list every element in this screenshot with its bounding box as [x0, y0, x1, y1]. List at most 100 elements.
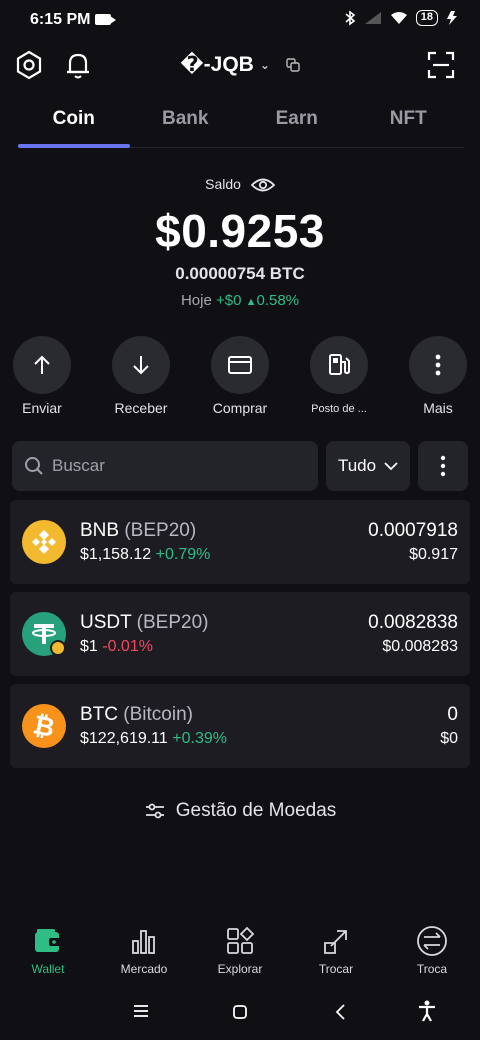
btc-logo-icon: ₿: [22, 704, 66, 748]
search-box[interactable]: [12, 441, 318, 491]
coin-quantity: 0.0082838: [368, 612, 458, 633]
bluetooth-icon: [345, 10, 356, 26]
coin-price: $122,619.11: [80, 730, 168, 747]
fuel-station-label: Posto de ...: [311, 403, 367, 415]
home-icon[interactable]: [232, 1004, 248, 1020]
coin-change: -0.01%: [102, 638, 153, 655]
tab-nft[interactable]: NFT: [353, 100, 465, 147]
balance-amount: $0.9253: [155, 205, 325, 257]
sliders-icon: [145, 803, 164, 819]
coin-value: $0: [440, 730, 458, 747]
wallet-icon: [0, 924, 96, 958]
coin-row-usdt[interactable]: USDT (BEP20) $1 -0.01% 0.0082838 $0.0082…: [10, 592, 470, 676]
accessibility-icon[interactable]: [417, 1000, 437, 1022]
coin-price: $1: [80, 638, 98, 655]
coin-row-btc[interactable]: ₿ BTC (Bitcoin) $122,619.11 +0.39% 0 $0: [10, 684, 470, 768]
coin-quantity: 0.0007918: [368, 520, 458, 541]
coin-name: BTC (Bitcoin): [80, 704, 193, 726]
search-icon: [25, 457, 43, 475]
more-label: Mais: [423, 400, 453, 416]
buy-label: Comprar: [212, 400, 268, 416]
nav-explore-label: Explorar: [217, 962, 263, 976]
coin-network: (BEP20): [136, 612, 209, 633]
coin-quantity: 0: [447, 704, 458, 725]
search-input[interactable]: [52, 456, 292, 476]
status-icons: 18: [344, 10, 458, 26]
coin-change: +0.39%: [172, 730, 227, 747]
chevron-down-icon: [384, 462, 398, 471]
nav-exchange-label: Trocar: [318, 962, 354, 976]
nav-swap[interactable]: Troca: [384, 924, 480, 984]
nav-wallet-label: Wallet: [31, 962, 65, 976]
nav-exchange[interactable]: Trocar: [288, 924, 384, 984]
receive-button[interactable]: Receber: [111, 336, 171, 416]
coin-value: $0.008283: [382, 638, 458, 655]
today-change-value: +$0: [215, 292, 242, 309]
balance-btc: 0.00000754 BTC: [175, 264, 305, 283]
coin-row-bnb[interactable]: BNB (BEP20) $1,158.12 +0.79% 0.0007918 $…: [10, 500, 470, 584]
coin-name: BNB (BEP20): [80, 520, 196, 542]
coin-price-row: $1 -0.01%: [80, 638, 153, 656]
chevron-down-icon: ⌄: [259, 58, 270, 73]
status-time: 6:15 PM: [30, 11, 91, 28]
wifi-icon: [390, 12, 407, 24]
battery-icon: 18: [415, 10, 438, 26]
receive-label: Receber: [114, 400, 168, 416]
video-icon: [95, 14, 116, 25]
back-icon[interactable]: [334, 1003, 348, 1021]
list-options-button[interactable]: [418, 441, 468, 491]
bar-chart-icon: [96, 924, 192, 958]
more-vertical-icon: [409, 336, 467, 394]
eye-icon[interactable]: [250, 177, 276, 193]
coin-value: $0.917: [409, 546, 458, 563]
nav-wallet[interactable]: Wallet: [0, 924, 96, 984]
svg-text:₿: ₿: [30, 710, 57, 744]
send-label: Enviar: [22, 400, 62, 416]
coin-symbol: BNB: [80, 520, 120, 541]
today-change: Hoje +$0 ▲0.58%: [0, 292, 480, 309]
usdt-logo-icon: [22, 612, 66, 656]
tab-earn[interactable]: Earn: [241, 100, 353, 147]
copy-icon[interactable]: [286, 58, 300, 73]
asset-tabs: Coin Bank Earn NFT: [18, 100, 464, 148]
system-nav-bar: [0, 996, 480, 1028]
status-bar: 6:15 PM 18: [0, 0, 480, 40]
scan-icon[interactable]: [424, 48, 458, 82]
bnb-logo-icon: [22, 520, 66, 564]
manage-coins-label: Gestão de Moedas: [175, 800, 337, 821]
today-label: Hoje: [180, 292, 212, 309]
filter-dropdown[interactable]: Tudo: [326, 441, 410, 491]
coin-price-row: $122,619.11 +0.39%: [80, 730, 227, 748]
coin-network: (BEP20): [124, 520, 197, 541]
menu-icon[interactable]: [133, 1004, 149, 1018]
coin-price-row: $1,158.12 +0.79%: [80, 546, 210, 564]
fuel-icon: [310, 336, 368, 394]
coin-network: (Bitcoin): [123, 704, 193, 725]
more-vertical-icon: [440, 455, 446, 477]
balance-label: Saldo: [205, 176, 241, 192]
balance-label-row: Saldo: [0, 176, 480, 193]
account-name: �-JQB: [180, 53, 254, 76]
action-row: Enviar Receber Comprar Posto de ... Mais: [12, 336, 468, 416]
today-change-pct: 0.58%: [256, 292, 300, 309]
nav-swap-label: Troca: [416, 962, 448, 976]
swap-circle-icon: [384, 924, 480, 958]
tab-coin[interactable]: Coin: [18, 100, 130, 148]
charging-icon: [447, 11, 457, 25]
buy-button[interactable]: Comprar: [210, 336, 270, 416]
tab-bank[interactable]: Bank: [130, 100, 242, 147]
coin-symbol: BTC: [80, 704, 118, 725]
nav-market-label: Mercado: [120, 962, 168, 976]
send-button[interactable]: Enviar: [12, 336, 72, 416]
filter-value: Tudo: [337, 456, 377, 475]
nav-market[interactable]: Mercado: [96, 924, 192, 984]
nav-explore[interactable]: Explorar: [192, 924, 288, 984]
more-button[interactable]: Mais: [408, 336, 468, 416]
fuel-station-button[interactable]: Posto de ...: [309, 336, 369, 416]
manage-coins-button[interactable]: Gestão de Moedas: [0, 800, 480, 822]
coin-symbol: USDT: [80, 612, 132, 633]
card-icon: [211, 336, 269, 394]
arrow-down-icon: [112, 336, 170, 394]
account-selector[interactable]: �-JQB ⌄: [0, 52, 480, 77]
swap-arrow-icon: [288, 924, 384, 958]
